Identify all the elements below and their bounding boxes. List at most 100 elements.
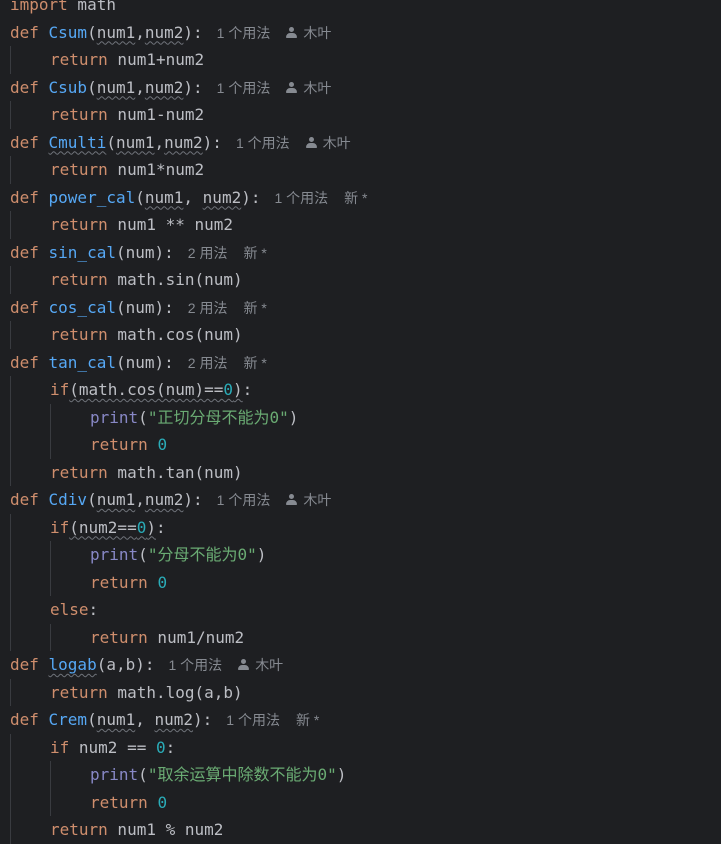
code-token: ) bbox=[233, 380, 243, 399]
author-hint[interactable]: 木叶 bbox=[238, 657, 283, 673]
code-line[interactable]: return math.log(a,b) bbox=[0, 678, 721, 706]
code-token: num2 bbox=[202, 187, 242, 207]
code-line[interactable]: return 0 bbox=[0, 431, 721, 459]
vcs-status-hint[interactable]: 新 * bbox=[344, 190, 367, 206]
author-hint[interactable]: 木叶 bbox=[286, 80, 331, 96]
code-line[interactable]: def logab(a,b): 1 个用法 木叶 bbox=[0, 651, 721, 679]
code-line[interactable]: if(num2==0): bbox=[0, 513, 721, 541]
usages-hint[interactable]: 1 个用法 bbox=[226, 712, 280, 728]
code-token: num1 bbox=[96, 710, 136, 729]
code-token: ): bbox=[183, 77, 203, 97]
author-name: 木叶 bbox=[255, 657, 284, 673]
vcs-status-hint[interactable]: 新 * bbox=[243, 245, 266, 261]
indent-guide bbox=[10, 816, 11, 844]
code-line[interactable]: else: bbox=[0, 596, 721, 624]
code-line[interactable]: def Crem(num1, num2): 1 个用法新 * bbox=[0, 706, 721, 734]
code-line[interactable]: return num1 % num2 bbox=[0, 816, 721, 844]
vcs-status-hint[interactable]: 新 * bbox=[243, 355, 266, 371]
code-token: def bbox=[10, 187, 49, 207]
usages-hint[interactable]: 1 个用法 bbox=[217, 25, 271, 41]
code-line[interactable]: print("取余运算中除数不能为0") bbox=[0, 761, 721, 789]
code-line[interactable]: import math bbox=[0, 0, 721, 19]
code-token: "正切分母不能为0" bbox=[147, 407, 289, 427]
indent-guide bbox=[50, 761, 51, 789]
usages-hint[interactable]: 1 个用法 bbox=[217, 80, 271, 96]
code-token: def bbox=[10, 22, 49, 42]
code-line[interactable]: return num1*num2 bbox=[0, 156, 721, 184]
usages-hint[interactable]: 1 个用法 bbox=[169, 657, 223, 673]
code-line[interactable]: def Csum(num1,num2): 1 个用法 木叶 bbox=[0, 19, 721, 47]
code-token: num2 bbox=[154, 710, 194, 729]
indent-guide bbox=[10, 266, 11, 294]
author-hint[interactable]: 木叶 bbox=[286, 25, 331, 41]
author-hint[interactable]: 木叶 bbox=[305, 135, 351, 151]
indent-guide bbox=[10, 678, 11, 706]
code-token: ( bbox=[87, 710, 97, 729]
code-line[interactable]: return num1/num2 bbox=[0, 623, 721, 651]
code-token: return bbox=[50, 105, 108, 124]
indent-guide bbox=[10, 403, 11, 431]
code-line[interactable]: return math.sin(num) bbox=[0, 266, 721, 294]
code-token: ( bbox=[106, 132, 116, 152]
code-line[interactable]: def cos_cal(num): 2 用法新 * bbox=[0, 294, 721, 322]
code-line[interactable]: def Cmulti(num1,num2): 1 个用法 木叶 bbox=[0, 129, 721, 157]
usages-hint[interactable]: 1 个用法 bbox=[217, 492, 271, 508]
code-token: Cmulti bbox=[48, 132, 107, 152]
code-token: num1 bbox=[96, 77, 136, 97]
code-line[interactable]: return num1 ** num2 bbox=[0, 211, 721, 239]
code-token: return bbox=[90, 572, 148, 592]
indent-guide bbox=[10, 431, 11, 459]
code-line[interactable]: if num2 == 0: bbox=[0, 733, 721, 761]
vcs-status-hint[interactable]: 新 * bbox=[243, 300, 266, 316]
usages-hint[interactable]: 2 用法 bbox=[188, 300, 228, 316]
code-line[interactable]: return 0 bbox=[0, 788, 721, 816]
code-token: num1 bbox=[96, 490, 136, 509]
vcs-status-hint[interactable]: 新 * bbox=[296, 712, 319, 728]
code-token: : bbox=[88, 600, 99, 619]
code-token: return bbox=[90, 435, 148, 454]
indent-guide bbox=[10, 211, 11, 239]
code-token: if bbox=[50, 380, 70, 399]
code-editor[interactable]: import math def Csum(num1,num2): 1 个用法 木叶 re… bbox=[0, 0, 721, 844]
indent-guide bbox=[10, 596, 11, 624]
code-token: ( bbox=[87, 490, 97, 509]
code-token: num1 bbox=[115, 132, 155, 152]
code-token: num2 bbox=[144, 77, 184, 97]
usages-hint[interactable]: 2 用法 bbox=[188, 245, 228, 261]
code-line[interactable]: def power_cal(num1, num2): 1 个用法新 * bbox=[0, 184, 721, 212]
code-line[interactable]: return num1+num2 bbox=[0, 46, 721, 74]
usages-hint[interactable]: 1 个用法 bbox=[236, 135, 290, 151]
code-line[interactable]: def tan_cal(num): 2 用法新 * bbox=[0, 349, 721, 377]
indent-guide bbox=[10, 46, 11, 74]
code-token: , bbox=[154, 132, 165, 152]
user-icon bbox=[286, 81, 298, 94]
code-line[interactable]: return 0 bbox=[0, 568, 721, 596]
author-hint[interactable]: 木叶 bbox=[286, 492, 331, 508]
usages-hint[interactable]: 1 个用法 bbox=[274, 190, 328, 206]
code-line[interactable]: return math.tan(num) bbox=[0, 458, 721, 486]
code-token: def bbox=[10, 297, 49, 317]
code-token: Crem bbox=[48, 710, 88, 729]
code-token: 0 bbox=[136, 517, 147, 537]
code-line[interactable]: def Cdiv(num1,num2): 1 个用法 木叶 bbox=[0, 486, 721, 514]
code-token: if bbox=[50, 737, 70, 757]
code-token: Cdiv bbox=[48, 490, 88, 509]
code-line[interactable]: print("正切分母不能为0") bbox=[0, 403, 721, 431]
code-token: sin_cal bbox=[48, 242, 116, 262]
code-token: , bbox=[135, 710, 155, 729]
code-token: (a,b): bbox=[96, 655, 155, 674]
usages-hint[interactable]: 2 用法 bbox=[188, 355, 228, 371]
code-line[interactable]: def Csub(num1,num2): 1 个用法 木叶 bbox=[0, 74, 721, 102]
code-line[interactable]: if(math.cos(num)==0): bbox=[0, 376, 721, 404]
code-line[interactable]: print("分母不能为0") bbox=[0, 541, 721, 569]
code-token: num1+num2 bbox=[107, 50, 205, 69]
indent-guide bbox=[10, 376, 11, 404]
code-token: num1/num2 bbox=[147, 627, 245, 647]
code-line[interactable]: return math.cos(num) bbox=[0, 321, 721, 349]
code-token: , bbox=[135, 22, 145, 42]
code-line[interactable]: return num1-num2 bbox=[0, 101, 721, 129]
code-token: (num): bbox=[115, 352, 174, 372]
code-token: num1 % num2 bbox=[107, 820, 224, 839]
code-line[interactable]: def sin_cal(num): 2 用法新 * bbox=[0, 239, 721, 267]
code-token: num1*num2 bbox=[107, 160, 205, 179]
